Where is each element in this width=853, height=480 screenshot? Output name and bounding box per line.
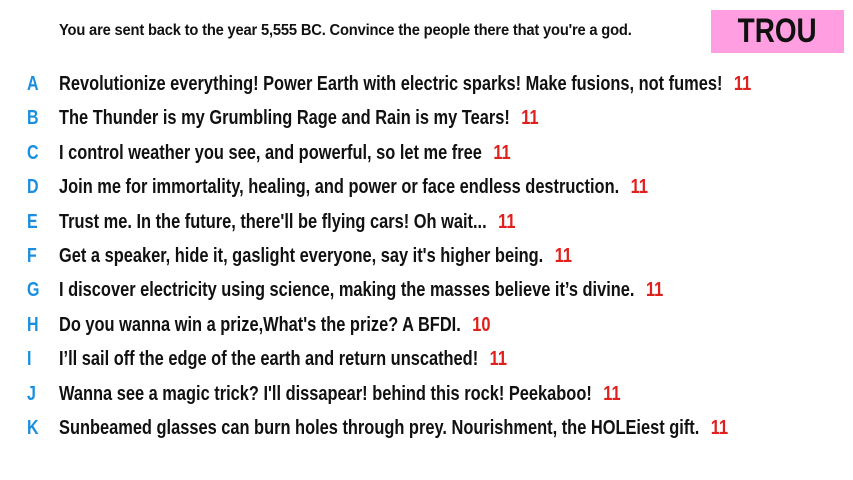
answer-score: 11 xyxy=(603,382,621,405)
answer-text: Join me for immortality, healing, and po… xyxy=(59,176,620,199)
answer-row: F Get a speaker, hide it, gaslight every… xyxy=(0,242,853,276)
answer-text: Revolutionize everything! Power Earth wi… xyxy=(59,73,723,95)
answer-list: A Revolutionize everything! Power Earth … xyxy=(0,70,853,448)
answer-row: H Do you wanna win a prize,What's the pr… xyxy=(0,311,853,345)
answer-score: 11 xyxy=(493,141,511,164)
prompt-text: You are sent back to the year 5,555 BC. … xyxy=(59,22,632,39)
answer-letter: H xyxy=(27,313,39,336)
answer-line: The Thunder is my Grumbling Rage and Rai… xyxy=(59,107,539,130)
answer-letter: J xyxy=(27,382,36,405)
answer-line: Do you wanna win a prize,What's the priz… xyxy=(59,314,491,337)
answer-row: B The Thunder is my Grumbling Rage and R… xyxy=(0,104,853,138)
contestant-name: TROU xyxy=(737,12,817,50)
answer-line: Wanna see a magic trick? I'll dissapear!… xyxy=(59,383,621,406)
answer-line: I discover electricity using science, ma… xyxy=(59,279,663,302)
answer-score: 11 xyxy=(554,244,573,267)
answer-letter: B xyxy=(27,107,39,130)
answer-line: Sunbeamed glasses can burn holes through… xyxy=(59,417,728,440)
answer-letter: G xyxy=(27,279,40,302)
answer-line: I control weather you see, and powerful,… xyxy=(59,142,511,165)
answer-text: I control weather you see, and powerful,… xyxy=(59,141,482,164)
answer-letter: A xyxy=(27,73,39,95)
answer-row: I I’ll sail off the edge of the earth an… xyxy=(0,345,853,379)
answer-score: 11 xyxy=(521,107,539,130)
answer-row: K Sunbeamed glasses can burn holes throu… xyxy=(0,414,853,448)
answer-line: Join me for immortality, healing, and po… xyxy=(59,176,648,199)
answer-line: I’ll sail off the edge of the earth and … xyxy=(59,348,507,371)
answer-letter: C xyxy=(27,141,39,164)
answer-score: 10 xyxy=(472,313,491,336)
answer-score: 11 xyxy=(630,176,648,199)
answer-score: 11 xyxy=(733,73,752,95)
answer-row: J Wanna see a magic trick? I'll dissapea… xyxy=(0,380,853,414)
answer-row: A Revolutionize everything! Power Earth … xyxy=(0,70,853,104)
answer-text: The Thunder is my Grumbling Rage and Rai… xyxy=(59,107,510,130)
answer-score: 11 xyxy=(710,416,729,439)
answer-text: Do you wanna win a prize,What's the priz… xyxy=(59,313,461,336)
answer-text: I’ll sail off the edge of the earth and … xyxy=(59,348,479,371)
answer-row: C I control weather you see, and powerfu… xyxy=(0,139,853,173)
answer-text: I discover electricity using science, ma… xyxy=(59,279,635,302)
contestant-badge: TROU xyxy=(711,10,844,53)
answer-letter: K xyxy=(27,416,39,439)
answer-line: Get a speaker, hide it, gaslight everyon… xyxy=(59,245,572,268)
answer-row: G I discover electricity using science, … xyxy=(0,276,853,310)
results-slide: You are sent back to the year 5,555 BC. … xyxy=(0,0,853,480)
answer-letter: D xyxy=(27,176,39,199)
answer-letter: E xyxy=(27,210,38,233)
answer-text: Sunbeamed glasses can burn holes through… xyxy=(59,416,700,439)
answer-row: D Join me for immortality, healing, and … xyxy=(0,173,853,207)
answer-text: Get a speaker, hide it, gaslight everyon… xyxy=(59,244,544,267)
answer-line: Trust me. In the future, there'll be fly… xyxy=(59,211,515,234)
answer-text: Trust me. In the future, there'll be fly… xyxy=(59,210,487,233)
answer-letter: F xyxy=(27,244,37,267)
answer-line: Revolutionize everything! Power Earth wi… xyxy=(59,73,751,96)
answer-row: E Trust me. In the future, there'll be f… xyxy=(0,208,853,242)
answer-score: 11 xyxy=(645,279,664,302)
answer-letter: I xyxy=(27,348,32,371)
answer-score: 11 xyxy=(498,210,516,233)
answer-text: Wanna see a magic trick? I'll dissapear!… xyxy=(59,382,592,405)
answer-score: 11 xyxy=(489,348,507,371)
